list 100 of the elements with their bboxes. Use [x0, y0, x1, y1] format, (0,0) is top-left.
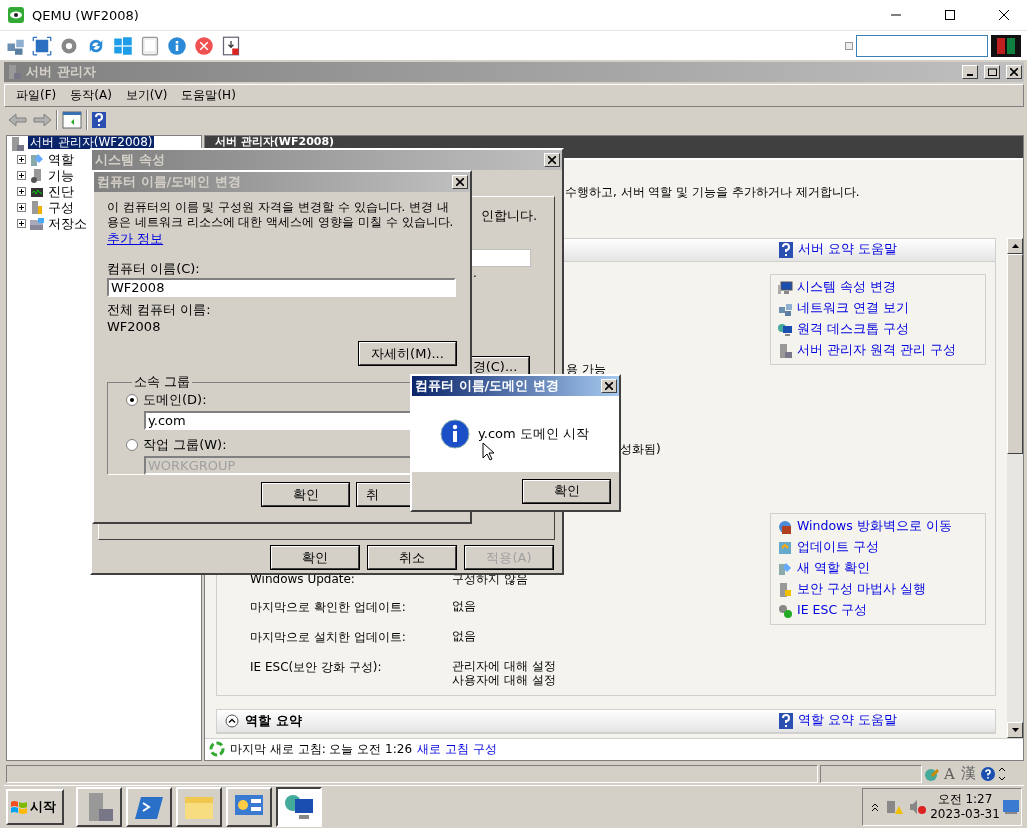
task-link[interactable]: 업데이트 구성 [777, 539, 985, 557]
task-link[interactable]: 보안 구성 마법사 실행 [777, 581, 985, 599]
menu-item[interactable]: 보기(V) [118, 87, 175, 105]
menu-item[interactable]: 파일(F) [9, 87, 64, 105]
scrollbar-thumb[interactable] [1007, 254, 1023, 454]
minimize-icon [967, 73, 973, 76]
expand-icon[interactable] [17, 219, 26, 229]
ime-mode-button[interactable]: 漢 [958, 764, 978, 784]
network-icon [777, 301, 793, 317]
caret-down-icon [1011, 728, 1019, 732]
refresh-settings-link[interactable]: 새로 고침 구성 [417, 741, 497, 758]
minimize-button[interactable] [962, 64, 978, 79]
more-button[interactable]: 자세히(M)... [359, 342, 456, 365]
tree-item[interactable]: 역할 [48, 151, 74, 169]
expand-icon[interactable] [17, 155, 26, 165]
server-icon [777, 343, 793, 359]
window-title: QEMU (WF2008) [32, 7, 140, 23]
clock-date: 2023-03-31 [930, 806, 1000, 822]
toolbar-button[interactable] [193, 34, 215, 57]
storage-icon [29, 216, 45, 232]
refresh-status: 마지막 새로 고침: 오늘 오전 1:26 [230, 741, 413, 758]
close-icon [999, 10, 1009, 20]
task-link[interactable]: IE ESC 구성 [777, 602, 985, 620]
menu-item[interactable]: 동작(A) [63, 87, 119, 105]
tree-item[interactable]: 기능 [48, 167, 74, 185]
console-tree-icon[interactable] [62, 111, 82, 130]
caret-up-icon [1011, 244, 1019, 248]
help-icon [779, 242, 793, 258]
task-link[interactable]: Windows 방화벽으로 이동 [777, 518, 985, 536]
help-icon[interactable] [979, 765, 996, 782]
window-title: 서버 관리자 [26, 62, 97, 81]
message-text: y.com 도메인 시작 [478, 425, 589, 443]
input-field[interactable] [469, 249, 531, 267]
setting-value: 없음 [452, 629, 476, 643]
help-link[interactable]: 역할 요약 도움말 [779, 712, 987, 730]
task-link[interactable]: 시스템 속성 변경 [777, 279, 985, 297]
radio-button[interactable] [126, 394, 138, 406]
start-button[interactable]: 시작 [6, 788, 64, 825]
computer-name-field[interactable]: WF2008 [107, 278, 456, 297]
tree-item[interactable]: 구성 [48, 199, 74, 217]
ime-mode-button[interactable]: A [942, 764, 957, 783]
cursor-icon [482, 442, 494, 461]
expand-icon[interactable] [17, 203, 26, 213]
remote-desktop-icon [777, 322, 793, 338]
chevron-up-icon[interactable] [871, 802, 879, 811]
server-icon [6, 63, 22, 80]
more-info-link[interactable]: 추가 정보 [107, 230, 164, 248]
intro-text: 용은 네트워크 리소스에 대한 액세스에 영향을 미칠 수 있습니다. [107, 215, 454, 230]
scroll-down-button[interactable] [1007, 722, 1023, 738]
dialog-button[interactable]: 취소 [368, 546, 456, 569]
roles-icon [29, 152, 45, 168]
radio-label: 작업 그룹(W): [143, 436, 227, 454]
expand-icon[interactable] [17, 171, 26, 181]
toolbar-button[interactable] [112, 34, 134, 57]
close-icon [605, 382, 613, 390]
speaker-muted-icon[interactable] [909, 798, 927, 815]
tree-item[interactable]: 저장소 [48, 215, 87, 233]
clock[interactable]: 오전 1:27 2023-03-31 [933, 791, 997, 822]
menu-item[interactable]: 도움말(H) [174, 87, 243, 105]
task-link[interactable]: 서버 관리자 원격 관리 구성 [777, 342, 985, 360]
intro-text: 이 컴퓨터의 이름 및 구성원 자격을 변경할 수 있습니다. 변경 내 [107, 200, 449, 215]
expand-icon[interactable] [997, 766, 1006, 781]
tree-item[interactable]: 진단 [48, 183, 74, 201]
dialog-button[interactable]: 확인 [271, 546, 359, 569]
status-icon [845, 41, 853, 50]
setting-label: IE ESC(보안 강화 구성): [250, 659, 383, 676]
close-button[interactable] [601, 379, 617, 393]
show-desktop-icon[interactable] [1003, 799, 1019, 814]
window-icon [221, 35, 241, 56]
maximize-button[interactable] [984, 64, 1000, 79]
toolbar-button[interactable] [166, 34, 188, 57]
dialog-title: 컴퓨터 이름/도메인 변경 [415, 377, 560, 395]
collapse-icon[interactable] [225, 714, 239, 728]
input-field[interactable] [856, 34, 988, 57]
expand-icon[interactable] [17, 187, 26, 197]
task-link[interactable]: 원격 데스크톱 구성 [777, 321, 985, 339]
ok-button[interactable]: 확인 [523, 479, 610, 503]
info-icon [167, 35, 187, 56]
close-button[interactable] [544, 153, 560, 167]
setting-label: 마지막으로 설치한 업데이트: [250, 629, 407, 646]
roles-icon [777, 561, 793, 577]
ok-button[interactable]: 확인 [262, 483, 349, 506]
setting-label: 마지막으로 확인한 업데이트: [250, 599, 407, 616]
security-icon [777, 582, 793, 598]
refresh-icon [209, 741, 225, 758]
close-button[interactable] [1006, 64, 1022, 79]
tree-item[interactable]: 서버 관리자(WF2008) [28, 136, 155, 149]
close-button[interactable] [452, 175, 468, 189]
toolbar-button[interactable] [220, 34, 242, 57]
toolbar-button[interactable] [31, 34, 53, 57]
app-logo-icon [8, 7, 24, 23]
maximize-icon [987, 67, 997, 76]
task-link[interactable]: 네트워크 연결 보기 [777, 300, 985, 318]
dialog-title: 컴퓨터 이름/도메인 변경 [97, 173, 242, 191]
taskbar-button[interactable] [276, 786, 322, 827]
configuration-icon [29, 200, 45, 216]
task-link[interactable]: 새 역할 확인 [777, 560, 985, 578]
computer-icon [777, 280, 793, 296]
dialog-title: 시스템 속성 [95, 151, 166, 169]
maximize-icon [945, 10, 955, 20]
